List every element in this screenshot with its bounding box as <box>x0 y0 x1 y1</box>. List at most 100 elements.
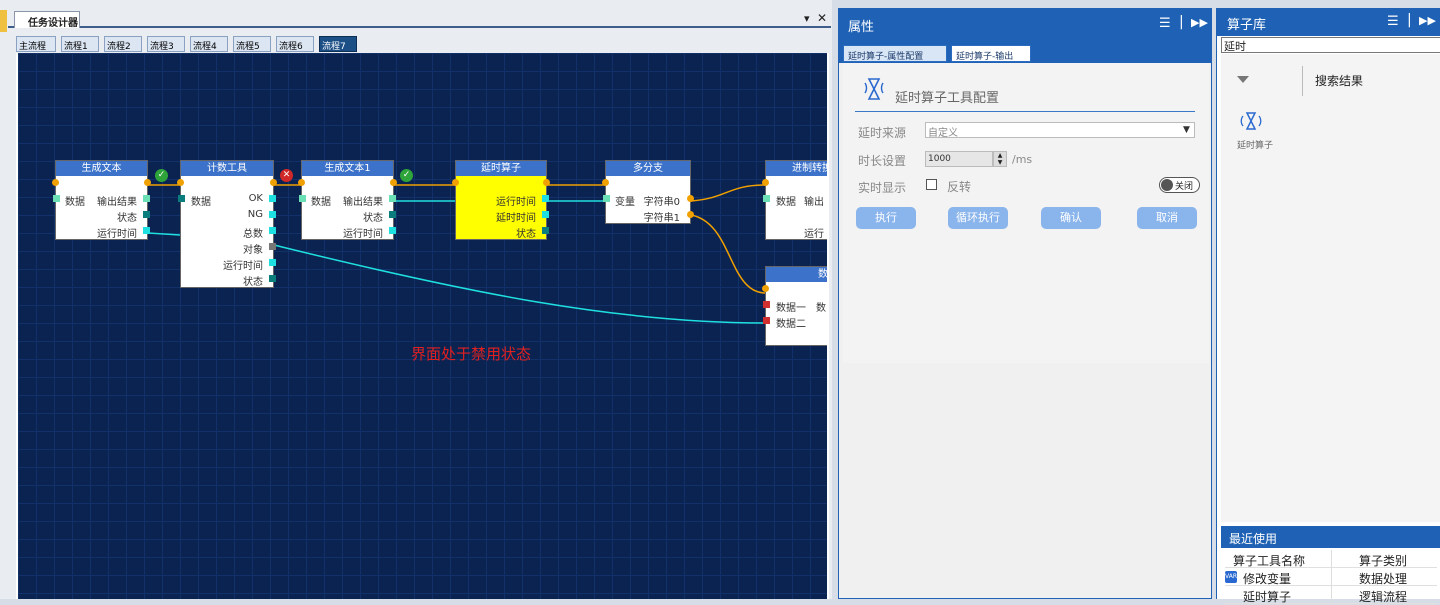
output-port[interactable] <box>269 259 276 266</box>
output-port[interactable] <box>542 195 549 202</box>
input-port[interactable] <box>299 195 306 202</box>
output-port[interactable] <box>143 195 150 202</box>
result-tool-label[interactable]: 延时算子 <box>1237 138 1273 151</box>
tab-main-flow[interactable]: 主流程 <box>16 36 56 52</box>
flow-canvas[interactable]: ✓ ✕ ✓ 生成文本 数据 输出结果 状态 运行时间 计数工具 数据 OK NG… <box>16 53 829 599</box>
input-port[interactable] <box>763 317 770 324</box>
toggle-knob <box>1161 179 1173 191</box>
output-port[interactable] <box>389 227 396 234</box>
port-label: 对象 <box>243 245 263 256</box>
hamburger-icon[interactable]: ☰ <box>1387 14 1399 29</box>
search-results-label: 搜索结果 <box>1315 74 1364 88</box>
tab-flow-7[interactable]: 流程7 <box>319 36 357 52</box>
flow-out-pin[interactable] <box>144 179 151 186</box>
port-label: 状态 <box>363 213 383 224</box>
output-port[interactable] <box>269 195 276 202</box>
column-header: 算子工具名称 <box>1233 554 1306 568</box>
operator-library-panel: 算子库 ☰ | ▶▶ 延时 搜索结果 延时算子 最近使用 算子工具名称 算子类别… <box>1216 8 1440 604</box>
output-port[interactable] <box>143 227 150 234</box>
flow-out-pin[interactable] <box>543 179 550 186</box>
collapse-triangle-icon[interactable] <box>1237 76 1249 83</box>
flow-in-pin[interactable] <box>177 179 184 186</box>
flow-in-pin[interactable] <box>52 179 59 186</box>
flow-in-pin[interactable] <box>298 179 305 186</box>
tab-flow-1[interactable]: 流程1 <box>61 36 99 52</box>
table-row[interactable]: 延时算子 逻辑流程 <box>1225 586 1437 604</box>
invert-label: 反转 <box>947 180 972 194</box>
output-port[interactable] <box>143 211 150 218</box>
port-label: 字符串0 <box>643 197 680 208</box>
node-title: 延时算子 <box>456 161 546 176</box>
input-port[interactable] <box>603 195 610 202</box>
flow-in-pin[interactable] <box>452 179 459 186</box>
branch-out-pin[interactable] <box>687 195 694 202</box>
output-port[interactable] <box>269 227 276 234</box>
fast-forward-icon[interactable]: ▶▶ <box>1419 14 1436 27</box>
port-label: NG <box>247 209 263 220</box>
flow-in-pin[interactable] <box>762 179 769 186</box>
cancel-button[interactable]: 取消 <box>1137 207 1197 229</box>
confirm-button[interactable]: 确认 <box>1041 207 1101 229</box>
invert-checkbox[interactable] <box>926 179 937 190</box>
port-label: 运行 <box>804 229 824 240</box>
execute-button[interactable]: 执行 <box>856 207 916 229</box>
output-port[interactable] <box>269 275 276 282</box>
table-row[interactable]: VAR 修改变量 数据处理 <box>1225 568 1437 586</box>
loop-execute-button[interactable]: 循环执行 <box>948 207 1008 229</box>
output-port[interactable] <box>542 211 549 218</box>
node-base-convert[interactable]: 进制转换 数据 输出 运行 <box>762 160 827 240</box>
node-multi-branch[interactable]: 多分支 变量 字符串0 字符串1 <box>602 160 694 224</box>
tab-delay-output[interactable]: 延时算子-输出 <box>951 45 1031 62</box>
close-icon[interactable]: ✕ <box>817 11 827 25</box>
left-toolbar-button[interactable] <box>0 10 7 32</box>
port-label: 运行时间 <box>223 261 263 272</box>
tab-flow-2[interactable]: 流程2 <box>104 36 142 52</box>
flow-in-pin[interactable] <box>602 179 609 186</box>
input-port[interactable] <box>178 195 185 202</box>
fast-forward-icon[interactable]: ▶▶ <box>1191 16 1208 29</box>
tab-flow-4[interactable]: 流程4 <box>190 36 228 52</box>
tab-flow-5[interactable]: 流程5 <box>233 36 271 52</box>
realtime-toggle[interactable]: 关闭 <box>1159 177 1200 193</box>
node-generate-text[interactable]: 生成文本 数据 输出结果 状态 运行时间 <box>52 160 151 240</box>
tab-flow-6[interactable]: 流程6 <box>276 36 314 52</box>
node-counter-tool[interactable]: 计数工具 数据 OK NG 总数 对象 运行时间 状态 <box>177 160 277 288</box>
input-port[interactable] <box>53 195 60 202</box>
port-label: 运行时间 <box>97 229 137 240</box>
branch-out-pin[interactable] <box>687 211 694 218</box>
tab-delay-config[interactable]: 延时算子-属性配置 <box>843 45 947 62</box>
chevron-down-icon[interactable]: ▼ <box>1183 125 1190 135</box>
port-label: 数 <box>816 303 826 314</box>
flow-out-pin[interactable] <box>390 179 397 186</box>
duration-input[interactable]: 1000 <box>925 151 993 167</box>
output-port[interactable] <box>269 243 276 250</box>
library-search-input[interactable]: 延时 <box>1221 37 1440 53</box>
output-port[interactable] <box>389 195 396 202</box>
output-port[interactable] <box>542 227 549 234</box>
properties-header: 属性 <box>839 9 1211 39</box>
node-data[interactable]: 数 数据一 数 数据二 <box>762 266 827 346</box>
flow-out-pin[interactable] <box>270 179 277 186</box>
port-label: 数据 <box>776 197 796 208</box>
source-select[interactable]: 自定义 <box>925 122 1195 139</box>
duration-spinner[interactable]: ▲ ▼ <box>993 151 1007 167</box>
variable-icon: VAR <box>1225 571 1237 583</box>
tab-flow-3[interactable]: 流程3 <box>147 36 185 52</box>
input-port[interactable] <box>763 195 770 202</box>
node-title: 计数工具 <box>181 161 273 176</box>
panel-menu-icon[interactable]: ▾ <box>804 12 810 25</box>
port-label: OK <box>248 193 263 204</box>
flow-in-pin[interactable] <box>762 285 769 292</box>
error-x-icon: ✕ <box>280 169 293 182</box>
designer-tab[interactable]: 任务设计器 <box>14 11 80 29</box>
port-label: 变量 <box>615 197 635 208</box>
port-label: 状态 <box>516 229 536 240</box>
input-port[interactable] <box>763 301 770 308</box>
hamburger-icon[interactable]: ☰ <box>1159 16 1171 31</box>
output-port[interactable] <box>389 211 396 218</box>
hourglass-icon[interactable] <box>1240 110 1262 132</box>
output-port[interactable] <box>269 211 276 218</box>
node-generate-text-1[interactable]: 生成文本1 数据 输出结果 状态 运行时间 <box>298 160 397 240</box>
port-label: 输出 <box>804 197 824 208</box>
node-delay-operator[interactable]: 延时算子 运行时间 延时时间 状态 <box>452 160 550 240</box>
